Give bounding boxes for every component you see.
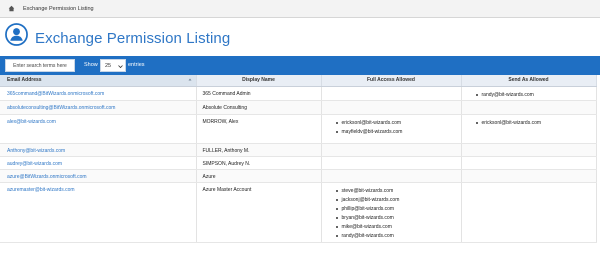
- table-row[interactable]: Anthony@bit-wizards.com FULLER, Anthony M…: [0, 143, 597, 157]
- table-toolbar: Show 25 entries: [0, 56, 600, 75]
- full-access-cell: [321, 86, 462, 101]
- send-as-list: ericksonl@bit-wizards.com: [469, 119, 596, 128]
- breadcrumb-bar: Exchange Permission Listing: [0, 0, 600, 18]
- table-row[interactable]: audrey@bit-wizards.com SIMPSON, Audrey N.: [0, 156, 597, 170]
- send-as-cell: ericksonl@bit-wizards.com: [461, 114, 597, 144]
- table-row[interactable]: alex@bit-wizards.com MORROW, Alex erickson…: [0, 114, 597, 144]
- full-access-cell: [321, 156, 462, 170]
- display-name: SIMPSON, Audrey N.: [196, 156, 322, 170]
- table-row[interactable]: azure@BitWizards.onmicrosoft.com Azure: [0, 169, 597, 183]
- home-icon[interactable]: [4, 2, 18, 16]
- table-row[interactable]: absoluteconsulting@BitWizards.onmicrosof…: [0, 100, 597, 115]
- entries-label: entries: [128, 62, 145, 68]
- email-link[interactable]: absoluteconsulting@BitWizards.onmicrosof…: [0, 100, 197, 115]
- send-as-cell: [461, 100, 597, 115]
- full-access-cell: [321, 143, 462, 157]
- display-name: Azure: [196, 169, 322, 183]
- full-access-cell: [321, 100, 462, 115]
- permission-item: ericksonl@bit-wizards.com: [335, 119, 461, 128]
- table-header-row: Email Address Display Name Full Access A…: [0, 75, 597, 87]
- show-label: Show: [84, 62, 98, 68]
- send-as-cell: randy@bit-wizards.com: [461, 86, 597, 101]
- email-link[interactable]: alex@bit-wizards.com: [0, 114, 197, 144]
- column-header-label: Display Name: [242, 77, 275, 84]
- permission-item: ericksonl@bit-wizards.com: [475, 119, 596, 128]
- entries-value: 25: [105, 62, 112, 69]
- breadcrumb-current[interactable]: Exchange Permission Listing: [23, 6, 94, 12]
- full-access-list: steve@bit-wizards.com jacksonj@bit-wizard…: [329, 187, 461, 241]
- column-header-label: Send As Allowed: [508, 77, 549, 84]
- send-as-cell: [461, 182, 597, 243]
- permission-item: mayfieldv@bit-wizards.com: [335, 128, 461, 137]
- send-as-list: randy@bit-wizards.com: [469, 91, 596, 100]
- table-row[interactable]: 365command@BitWizards.onmicrosoft.com 365…: [0, 86, 597, 101]
- send-as-cell: [461, 169, 597, 183]
- display-name: Azure Master Account: [196, 182, 322, 243]
- column-header-send-as[interactable]: Send As Allowed: [461, 75, 597, 87]
- display-name: 365 Command Admin: [196, 86, 322, 101]
- user-avatar-icon: [5, 23, 28, 46]
- permission-item: mike@bit-wizards.com: [335, 223, 461, 232]
- full-access-cell: [321, 169, 462, 183]
- send-as-cell: [461, 143, 597, 157]
- send-as-cell: [461, 156, 597, 170]
- entries-select[interactable]: 25: [100, 59, 126, 72]
- email-link[interactable]: audrey@bit-wizards.com: [0, 156, 197, 170]
- chevron-down-icon: [118, 65, 123, 69]
- permission-item: randy@bit-wizards.com: [335, 232, 461, 241]
- permission-item: jacksonj@bit-wizards.com: [335, 196, 461, 205]
- sort-icon: [188, 78, 191, 81]
- email-link[interactable]: azure@BitWizards.onmicrosoft.com: [0, 169, 197, 183]
- permission-item: steve@bit-wizards.com: [335, 187, 461, 196]
- display-name: MORROW, Alex: [196, 114, 322, 144]
- email-link[interactable]: azuremaster@bit-wizards.com: [0, 182, 197, 243]
- display-name: FULLER, Anthony M.: [196, 143, 322, 157]
- permission-item: phillip@bit-wizards.com: [335, 205, 461, 214]
- full-access-list: ericksonl@bit-wizards.com mayfieldv@bit-w…: [329, 119, 461, 137]
- permission-item: bryan@bit-wizards.com: [335, 214, 461, 223]
- email-link[interactable]: 365command@BitWizards.onmicrosoft.com: [0, 86, 197, 101]
- column-header-email[interactable]: Email Address: [0, 75, 197, 87]
- permission-table: Email Address Display Name Full Access A…: [0, 75, 597, 243]
- page-header: Exchange Permission Listing: [0, 18, 600, 56]
- column-header-label: Email Address: [7, 77, 42, 84]
- permission-item: randy@bit-wizards.com: [475, 91, 596, 100]
- search-input[interactable]: [5, 59, 75, 72]
- column-header-display-name[interactable]: Display Name: [196, 75, 322, 87]
- email-link[interactable]: Anthony@bit-wizards.com: [0, 143, 197, 157]
- column-header-full-access[interactable]: Full Access Allowed: [321, 75, 462, 87]
- table-row[interactable]: azuremaster@bit-wizards.com Azure Master …: [0, 182, 597, 243]
- full-access-cell: ericksonl@bit-wizards.com mayfieldv@bit-w…: [321, 114, 462, 144]
- column-header-label: Full Access Allowed: [367, 77, 415, 84]
- display-name: Absolute Consulting: [196, 100, 322, 115]
- full-access-cell: steve@bit-wizards.com jacksonj@bit-wizard…: [321, 182, 462, 243]
- page-title: Exchange Permission Listing: [35, 30, 231, 47]
- permission-table-container: Email Address Display Name Full Access A…: [0, 75, 600, 257]
